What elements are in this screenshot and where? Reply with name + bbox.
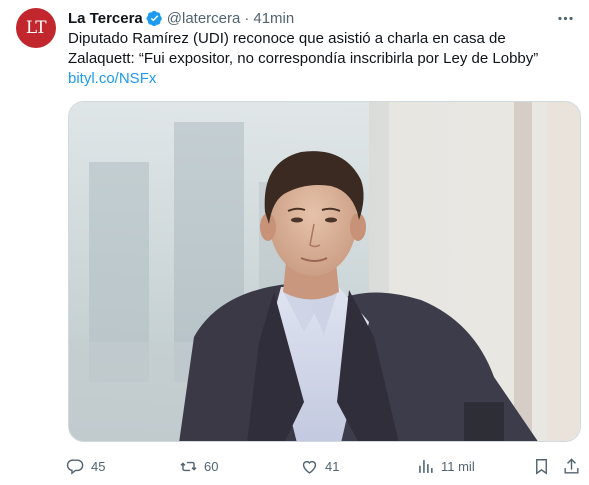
repost-count: 60 xyxy=(204,458,219,474)
reply-count: 45 xyxy=(91,458,106,474)
handle[interactable]: @latercera xyxy=(167,10,241,27)
views-button[interactable]: 11 mil xyxy=(416,454,475,478)
bookmark-button[interactable] xyxy=(532,454,551,478)
views-icon xyxy=(416,457,435,476)
share-icon xyxy=(562,457,581,476)
repost-icon xyxy=(179,457,198,476)
reply-button[interactable]: 45 xyxy=(66,454,105,478)
tweet-text-line-1: Diputado Ramírez (UDI) reconoce que asis… xyxy=(68,30,506,47)
separator: · xyxy=(244,9,250,27)
tweet-link[interactable]: bityl.co/NSFx xyxy=(68,69,573,89)
views-count: 11 mil xyxy=(441,458,475,474)
tweet-actions: 45 60 41 11 mil xyxy=(62,454,589,478)
timestamp[interactable]: 41min xyxy=(253,10,294,27)
share-button[interactable] xyxy=(562,454,581,478)
verified-badge-icon xyxy=(146,10,163,27)
previous-tweet-sliver xyxy=(0,0,589,6)
more-icon[interactable] xyxy=(553,8,577,28)
avatar-text: LT xyxy=(25,18,47,38)
tweet-text-line-2: Zalaquett: “Fui expositor, no correspond… xyxy=(68,50,539,67)
repost-button[interactable]: 60 xyxy=(179,454,218,478)
like-icon xyxy=(300,457,319,476)
bookmark-icon xyxy=(532,457,551,476)
tweet-header: La Tercera @latercera · 41min xyxy=(68,8,294,28)
photo-illustration xyxy=(69,102,580,441)
avatar[interactable]: LT xyxy=(16,8,56,48)
reply-icon xyxy=(66,457,85,476)
like-count: 41 xyxy=(325,458,340,474)
display-name[interactable]: La Tercera xyxy=(68,10,143,27)
like-button[interactable]: 41 xyxy=(300,454,339,478)
tweet-text: Diputado Ramírez (UDI) reconoce que asis… xyxy=(68,29,573,89)
tweet-photo[interactable] xyxy=(68,101,581,442)
